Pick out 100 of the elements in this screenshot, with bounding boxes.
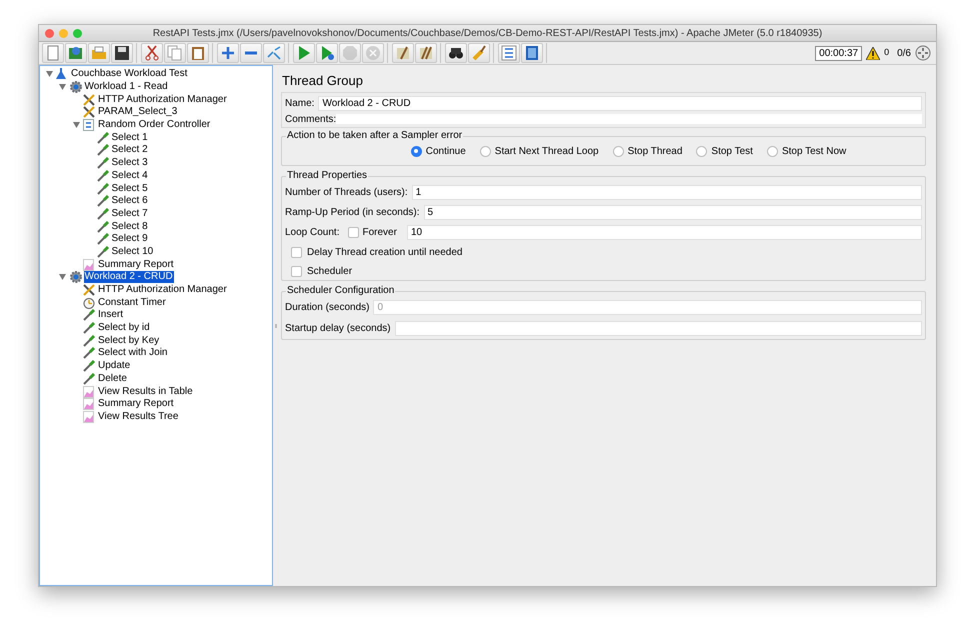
tree-item[interactable]: View Results in Table bbox=[97, 386, 194, 398]
checkbox-label: Scheduler bbox=[307, 264, 352, 278]
tree-item[interactable]: Select by Key bbox=[97, 334, 160, 347]
name-field[interactable]: Workload 2 - CRUD bbox=[318, 96, 922, 111]
startup-delay-field[interactable] bbox=[394, 321, 922, 336]
tree-item[interactable]: Summary Report bbox=[97, 258, 175, 271]
blank-page-button[interactable] bbox=[42, 43, 64, 63]
tree-item[interactable]: Select 4 bbox=[110, 170, 149, 182]
help-button[interactable] bbox=[521, 43, 543, 63]
pipette-icon bbox=[96, 132, 108, 144]
tree-item[interactable]: Select by id bbox=[97, 322, 151, 334]
chart-icon bbox=[83, 410, 94, 423]
checkbox[interactable] bbox=[291, 266, 302, 276]
thread-count: 0/6 bbox=[897, 46, 911, 60]
floppy-icon bbox=[114, 45, 130, 61]
pipette-icon bbox=[96, 157, 108, 170]
gear-icon bbox=[70, 271, 82, 284]
tree-item[interactable]: Select 1 bbox=[110, 132, 149, 144]
clipboard-icon bbox=[190, 45, 206, 61]
tree-item[interactable]: Select 7 bbox=[110, 208, 149, 220]
expand-arrow-icon[interactable] bbox=[46, 71, 52, 78]
toggle-button[interactable] bbox=[263, 43, 285, 63]
tree-item[interactable]: Select 10 bbox=[110, 246, 154, 258]
threads-field[interactable]: 1 bbox=[412, 185, 922, 200]
tree-item[interactable]: Insert bbox=[97, 309, 124, 322]
tree-item[interactable]: Summary Report bbox=[97, 398, 175, 410]
tree-item[interactable]: Select 9 bbox=[110, 233, 149, 246]
tree-item[interactable]: Delete bbox=[97, 372, 128, 385]
toggle-icon bbox=[266, 45, 282, 61]
pipette-icon bbox=[83, 347, 95, 360]
loop-count-field[interactable]: 10 bbox=[406, 225, 922, 240]
tree-item[interactable]: Random Order Controller bbox=[97, 119, 212, 132]
field-label: Ramp-Up Period (in seconds): bbox=[285, 206, 420, 220]
pipette-icon bbox=[96, 182, 108, 195]
radio-button[interactable] bbox=[696, 146, 708, 156]
broom-button[interactable] bbox=[415, 43, 437, 63]
pipette-icon bbox=[83, 322, 95, 334]
plus-button[interactable] bbox=[217, 43, 239, 63]
folder-icon bbox=[91, 45, 107, 61]
checkbox[interactable] bbox=[348, 227, 358, 238]
field-label: Name: bbox=[285, 97, 314, 111]
pipette-icon bbox=[96, 170, 108, 182]
help-icon bbox=[524, 45, 540, 61]
pipette-icon bbox=[96, 246, 108, 258]
tree-item[interactable]: HTTP Authorization Manager bbox=[97, 94, 228, 106]
field-label: Number of Threads (users): bbox=[285, 186, 408, 200]
minus-button[interactable] bbox=[240, 43, 262, 63]
radio-button[interactable] bbox=[612, 146, 624, 156]
tree-item[interactable]: Workload 1 - Read bbox=[84, 81, 169, 94]
radio-button[interactable] bbox=[410, 146, 422, 156]
pipette-icon bbox=[83, 372, 95, 385]
expand-arrow-icon[interactable] bbox=[59, 84, 66, 90]
play-button[interactable] bbox=[293, 43, 315, 63]
tree-item[interactable]: Select 8 bbox=[110, 220, 149, 233]
floppy-button[interactable] bbox=[111, 43, 133, 63]
tree-item[interactable]: Select 3 bbox=[110, 157, 149, 170]
tree-item[interactable]: Constant Timer bbox=[97, 296, 167, 309]
wrench-icon bbox=[83, 106, 95, 118]
tree-item[interactable]: Select with Join bbox=[97, 347, 168, 360]
tree-item[interactable]: Workload 2 - CRUD bbox=[84, 271, 174, 284]
tree-item[interactable]: Select 6 bbox=[110, 195, 149, 208]
rampup-field[interactable]: 5 bbox=[424, 205, 922, 220]
tree-item[interactable]: Couchbase Workload Test bbox=[70, 68, 188, 80]
stopwatch-icon bbox=[83, 296, 95, 309]
gear-icon bbox=[70, 81, 82, 94]
group-title: Thread Properties bbox=[286, 170, 368, 182]
tree-item[interactable]: HTTP Authorization Manager bbox=[97, 284, 228, 296]
globe-button[interactable] bbox=[65, 43, 87, 63]
scissors-button[interactable] bbox=[141, 43, 163, 63]
sync-icon bbox=[915, 45, 931, 61]
tree-item[interactable]: PARAM_Select_3 bbox=[97, 106, 178, 118]
pipette-icon bbox=[96, 233, 108, 246]
broom-button[interactable] bbox=[392, 43, 414, 63]
tree-item[interactable]: Select 2 bbox=[110, 144, 149, 156]
tree-item[interactable]: Select 5 bbox=[110, 182, 149, 195]
play-button[interactable] bbox=[316, 43, 338, 63]
expand-arrow-icon[interactable] bbox=[59, 274, 66, 280]
close-button[interactable] bbox=[45, 29, 54, 38]
binoculars-button[interactable] bbox=[445, 43, 467, 63]
stop-icon bbox=[365, 45, 381, 61]
clipboard-button[interactable] bbox=[187, 43, 209, 63]
copy-button[interactable] bbox=[164, 43, 186, 63]
group-title: Scheduler Configuration bbox=[286, 285, 396, 297]
expand-arrow-icon[interactable] bbox=[72, 122, 80, 128]
zoom-button[interactable] bbox=[73, 29, 82, 38]
radio-label: Stop Thread bbox=[628, 144, 682, 158]
broom-button[interactable] bbox=[468, 43, 490, 63]
pipette-icon bbox=[96, 220, 108, 233]
checkbox[interactable] bbox=[291, 246, 302, 258]
field-label: Loop Count: bbox=[285, 226, 340, 240]
list-button[interactable] bbox=[498, 43, 520, 63]
checkbox-label: Forever bbox=[362, 226, 397, 240]
tree-item[interactable]: View Results Tree bbox=[97, 410, 180, 423]
pipette-icon bbox=[83, 334, 95, 347]
chart-icon bbox=[83, 386, 94, 398]
radio-button[interactable] bbox=[766, 146, 778, 156]
tree-item[interactable]: Update bbox=[97, 360, 132, 372]
field-label: Comments: bbox=[285, 112, 336, 126]
radio-button[interactable] bbox=[480, 146, 491, 156]
radio-label: Start Next Thread Loop bbox=[494, 144, 599, 158]
